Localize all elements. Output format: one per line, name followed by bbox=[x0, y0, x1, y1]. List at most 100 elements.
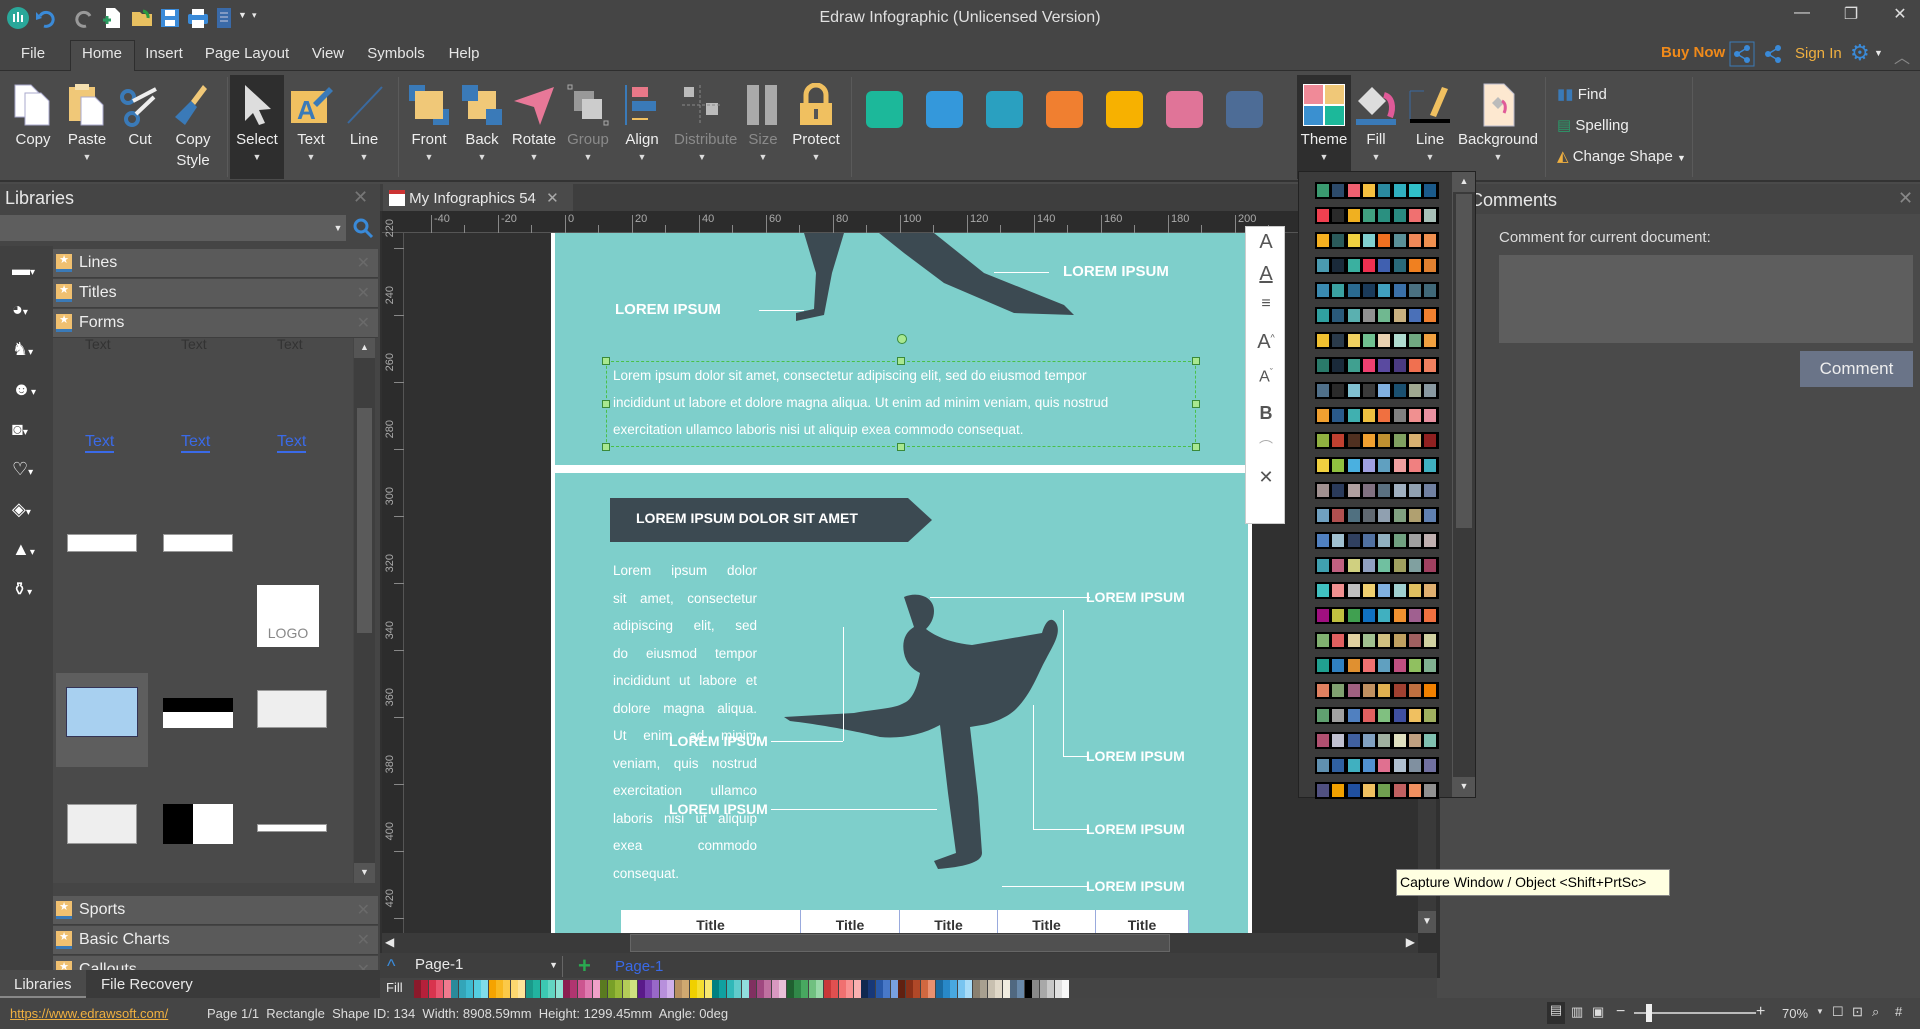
fill-color-swatch[interactable] bbox=[525, 980, 533, 998]
map-icon[interactable]: ♞▾ bbox=[12, 339, 48, 363]
shape-thumb-grid[interactable] bbox=[257, 690, 327, 728]
theme-swatch[interactable] bbox=[1423, 383, 1438, 398]
bold-icon[interactable]: B bbox=[1246, 403, 1286, 424]
fill-color-swatch[interactable] bbox=[443, 980, 451, 998]
library-lines[interactable]: ★ Lines ✕ bbox=[53, 249, 378, 278]
theme-swatch[interactable] bbox=[1392, 358, 1407, 373]
scroll-up-icon[interactable]: ▲ bbox=[354, 338, 375, 358]
copy-button[interactable]: Copy bbox=[5, 75, 61, 179]
background-dropdown-icon[interactable]: ▼ bbox=[1453, 152, 1543, 162]
comment-button[interactable]: Comment bbox=[1800, 351, 1913, 387]
fill-color-swatch[interactable] bbox=[972, 980, 980, 998]
theme-swatch[interactable] bbox=[1361, 608, 1376, 623]
selected-text-box[interactable]: Lorem ipsum dolor sit amet, consectetur … bbox=[606, 361, 1196, 447]
person-icon[interactable]: ☻▾ bbox=[12, 379, 48, 403]
library-scrollbar[interactable]: ▲ ▼ bbox=[354, 338, 375, 883]
theme-swatch[interactable] bbox=[1423, 433, 1438, 448]
change-shape-button[interactable]: ◭ Change Shape ▼ bbox=[1557, 147, 1686, 165]
theme-swatch[interactable] bbox=[1423, 733, 1438, 748]
theme-swatch[interactable] bbox=[1346, 583, 1361, 598]
theme-swatch[interactable] bbox=[1392, 683, 1407, 698]
fill-color-swatch[interactable] bbox=[503, 980, 511, 998]
resize-handle[interactable] bbox=[1192, 357, 1200, 365]
select-dropdown-icon[interactable]: ▼ bbox=[230, 152, 284, 162]
resize-handle[interactable] bbox=[897, 357, 905, 365]
theme-swatch[interactable] bbox=[1361, 183, 1376, 198]
shape-thumb-field[interactable] bbox=[257, 824, 327, 832]
fill-color-swatch[interactable] bbox=[600, 980, 608, 998]
menu-file[interactable]: File bbox=[21, 45, 45, 62]
theme-palette-row[interactable] bbox=[1315, 407, 1439, 424]
paste-dropdown-icon[interactable]: ▼ bbox=[59, 152, 115, 162]
theme-swatch[interactable] bbox=[1346, 658, 1361, 673]
theme-swatch[interactable] bbox=[1316, 433, 1330, 448]
fill-color-swatch[interactable] bbox=[689, 980, 697, 998]
theme-palette-row[interactable] bbox=[1315, 382, 1439, 399]
dropdown-icon[interactable]: ▾ bbox=[27, 587, 32, 598]
change-shape-dropdown-icon[interactable]: ▼ bbox=[1677, 153, 1686, 163]
dropdown-icon[interactable]: ▾ bbox=[30, 267, 35, 278]
theme-swatch[interactable] bbox=[1346, 683, 1361, 698]
distribute-dropdown-icon[interactable]: ▼ bbox=[674, 152, 730, 162]
theme-swatch[interactable] bbox=[1346, 183, 1361, 198]
theme-swatch[interactable] bbox=[1361, 233, 1376, 248]
theme-swatch[interactable] bbox=[1407, 583, 1422, 598]
theme-swatch[interactable] bbox=[1361, 383, 1376, 398]
theme-swatch[interactable] bbox=[1316, 708, 1330, 723]
theme-swatch[interactable] bbox=[1346, 633, 1361, 648]
camera-icon[interactable]: ◙▾ bbox=[12, 419, 48, 443]
theme-swatch[interactable] bbox=[1361, 708, 1376, 723]
theme-swatch[interactable] bbox=[1331, 208, 1346, 223]
fill-color-swatch[interactable] bbox=[928, 980, 936, 998]
dropdown-icon[interactable]: ▾ bbox=[30, 547, 35, 558]
theme-palette-row[interactable] bbox=[1315, 507, 1439, 524]
close-window-button[interactable]: ✕ bbox=[1885, 4, 1915, 28]
theme-swatch[interactable] bbox=[1377, 333, 1392, 348]
theme-swatch[interactable] bbox=[1361, 283, 1376, 298]
fill-color-swatch[interactable] bbox=[898, 980, 906, 998]
theme-swatch[interactable] bbox=[1331, 633, 1346, 648]
theme-swatch[interactable] bbox=[1392, 708, 1407, 723]
fill-color-swatch[interactable] bbox=[756, 980, 764, 998]
fill-color-swatch[interactable] bbox=[816, 980, 824, 998]
fill-color-swatch[interactable] bbox=[436, 980, 444, 998]
theme-palette-row[interactable] bbox=[1315, 607, 1439, 624]
theme-palette-row[interactable] bbox=[1315, 632, 1439, 649]
theme-swatch[interactable] bbox=[1407, 683, 1422, 698]
theme-swatch[interactable] bbox=[1316, 733, 1330, 748]
theme-swatch[interactable] bbox=[1423, 233, 1438, 248]
fill-color-swatch[interactable] bbox=[644, 980, 652, 998]
menu-view[interactable]: View bbox=[312, 45, 344, 62]
theme-scrollbar[interactable]: ▲ ▼ bbox=[1452, 172, 1475, 797]
theme-swatch[interactable] bbox=[1392, 408, 1407, 423]
theme-swatch[interactable] bbox=[1407, 283, 1422, 298]
shape-thumb[interactable]: Text bbox=[181, 433, 211, 453]
scroll-thumb[interactable] bbox=[1456, 194, 1472, 528]
theme-swatch[interactable] bbox=[1331, 708, 1346, 723]
text-button[interactable]: A Text ▼ bbox=[283, 75, 339, 179]
theme-swatch[interactable] bbox=[1331, 383, 1346, 398]
theme-color-swatch[interactable] bbox=[926, 91, 963, 128]
text-curve-icon[interactable]: ⌒ bbox=[1246, 437, 1286, 457]
theme-swatch[interactable] bbox=[1423, 208, 1438, 223]
theme-swatch[interactable] bbox=[1423, 558, 1438, 573]
fill-color-swatch[interactable] bbox=[451, 980, 459, 998]
theme-swatch[interactable] bbox=[1331, 733, 1346, 748]
fill-color-swatch[interactable] bbox=[1010, 980, 1017, 998]
search-dropdown-icon[interactable]: ▼ bbox=[330, 215, 346, 241]
text-align-icon[interactable]: ≡ bbox=[1246, 295, 1286, 313]
theme-swatch[interactable] bbox=[1346, 308, 1361, 323]
fill-color-swatch[interactable] bbox=[995, 980, 1003, 998]
theme-palette-row[interactable] bbox=[1315, 757, 1439, 774]
theme-color-swatch[interactable] bbox=[986, 91, 1023, 128]
fill-color-swatch[interactable] bbox=[533, 980, 541, 998]
theme-swatch[interactable] bbox=[1377, 508, 1392, 523]
theme-palette-row[interactable] bbox=[1315, 307, 1439, 324]
fill-color-swatch[interactable] bbox=[518, 980, 526, 998]
theme-swatch[interactable] bbox=[1346, 233, 1361, 248]
theme-swatch[interactable] bbox=[1361, 533, 1376, 548]
fill-color-swatch[interactable] bbox=[481, 980, 489, 998]
theme-swatch[interactable] bbox=[1346, 408, 1361, 423]
fill-color-swatch[interactable] bbox=[466, 980, 474, 998]
theme-swatch[interactable] bbox=[1316, 483, 1330, 498]
